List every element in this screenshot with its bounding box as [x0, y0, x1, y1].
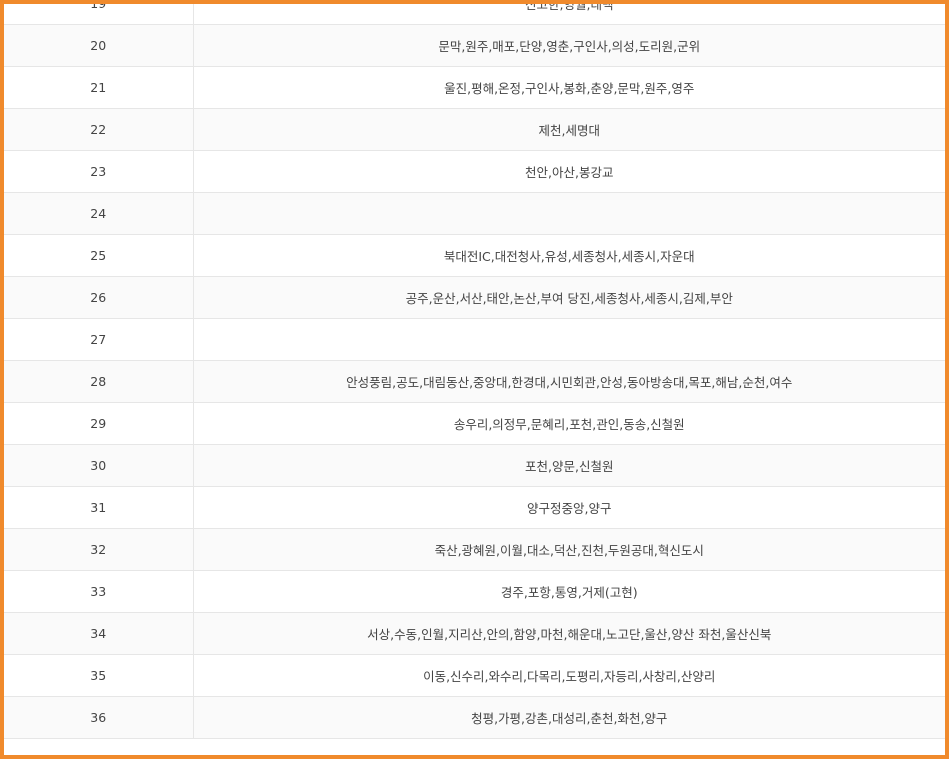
route-number-cell: 25 — [4, 234, 194, 277]
route-number-cell: 34 — [4, 612, 194, 655]
table-row: 25 북대전IC,대전청사,유성,세종청사,세종시,자운대 — [4, 234, 945, 277]
table-row: 20 문막,원주,매포,단양,영춘,구인사,의성,도리원,군위 — [4, 24, 945, 67]
route-table-body: 19 신고한,영월,태백 20 문막,원주,매포,단양,영춘,구인사,의성,도리원,군… — [4, 4, 945, 739]
route-number-cell: 28 — [4, 360, 194, 403]
table-row: 21 울진,평해,온정,구인사,봉화,춘양,문막,원주,영주 — [4, 66, 945, 109]
route-stops-cell: 제천,세명대 — [193, 108, 945, 151]
table-row: 31 양구정중앙,양구 — [4, 486, 945, 529]
route-number-cell: 29 — [4, 402, 194, 445]
route-stops-cell: 청평,가평,강촌,대성리,춘천,화천,양구 — [193, 696, 945, 739]
route-table-frame: 19 신고한,영월,태백 20 문막,원주,매포,단양,영춘,구인사,의성,도리원,군… — [0, 0, 949, 759]
route-number-cell: 26 — [4, 276, 194, 319]
table-row: 22 제천,세명대 — [4, 108, 945, 151]
table-row: 23 천안,아산,봉강교 — [4, 150, 945, 193]
route-stops-cell: 포천,양문,신철원 — [193, 444, 945, 487]
route-stops-cell: 이동,신수리,와수리,다목리,도평리,자등리,사창리,산양리 — [193, 654, 945, 697]
table-row: 33 경주,포항,통영,거제(고현) — [4, 570, 945, 613]
route-number-cell: 19 — [4, 4, 194, 25]
route-number-cell: 20 — [4, 24, 194, 67]
route-stops-cell: 문막,원주,매포,단양,영춘,구인사,의성,도리원,군위 — [193, 24, 945, 67]
route-stops-cell: 죽산,광혜원,이월,대소,덕산,진천,두원공대,혁신도시 — [193, 528, 945, 571]
table-row: 34 서상,수동,인월,지리산,안의,함양,마천,해운대,노고단,울산,양산 좌천… — [4, 612, 945, 655]
route-number-cell: 24 — [4, 192, 194, 235]
route-stops-cell: 북대전IC,대전청사,유성,세종청사,세종시,자운대 — [193, 234, 945, 277]
route-stops-cell: 서상,수동,인월,지리산,안의,함양,마천,해운대,노고단,울산,양산 좌천,울… — [193, 612, 945, 655]
route-number-cell: 32 — [4, 528, 194, 571]
route-number-cell: 36 — [4, 696, 194, 739]
table-row: 26 공주,운산,서산,태안,논산,부여 당진,세종청사,세종시,김제,부안 — [4, 276, 945, 319]
route-stops-cell — [193, 318, 945, 361]
table-row: 28 안성풍림,공도,대림동산,중앙대,한경대,시민회관,안성,동아방송대,목포,… — [4, 360, 945, 403]
route-number-cell: 30 — [4, 444, 194, 487]
table-row: 29 송우리,의정무,문혜리,포천,관인,동송,신철원 — [4, 402, 945, 445]
route-stops-cell: 천안,아산,봉강교 — [193, 150, 945, 193]
table-row: 19 신고한,영월,태백 — [4, 4, 945, 25]
route-number-cell: 27 — [4, 318, 194, 361]
route-number-cell: 21 — [4, 66, 194, 109]
route-number-cell: 23 — [4, 150, 194, 193]
route-stops-cell — [193, 192, 945, 235]
route-number-cell: 31 — [4, 486, 194, 529]
route-number-cell: 35 — [4, 654, 194, 697]
route-stops-cell: 안성풍림,공도,대림동산,중앙대,한경대,시민회관,안성,동아방송대,목포,해남… — [193, 360, 945, 403]
table-row: 35 이동,신수리,와수리,다목리,도평리,자등리,사창리,산양리 — [4, 654, 945, 697]
table-row: 27 — [4, 318, 945, 361]
route-stops-cell: 송우리,의정무,문혜리,포천,관인,동송,신철원 — [193, 402, 945, 445]
route-stops-cell: 양구정중앙,양구 — [193, 486, 945, 529]
route-stops-cell: 공주,운산,서산,태안,논산,부여 당진,세종청사,세종시,김제,부안 — [193, 276, 945, 319]
route-stops-cell: 신고한,영월,태백 — [193, 4, 945, 25]
route-number-cell: 33 — [4, 570, 194, 613]
table-row: 30 포천,양문,신철원 — [4, 444, 945, 487]
route-number-cell: 22 — [4, 108, 194, 151]
table-row: 32 죽산,광혜원,이월,대소,덕산,진천,두원공대,혁신도시 — [4, 528, 945, 571]
route-stops-cell: 울진,평해,온정,구인사,봉화,춘양,문막,원주,영주 — [193, 66, 945, 109]
route-stops-cell: 경주,포항,통영,거제(고현) — [193, 570, 945, 613]
table-row: 36 청평,가평,강촌,대성리,춘천,화천,양구 — [4, 696, 945, 739]
route-table: 19 신고한,영월,태백 20 문막,원주,매포,단양,영춘,구인사,의성,도리원,군… — [4, 4, 945, 739]
table-row: 24 — [4, 192, 945, 235]
